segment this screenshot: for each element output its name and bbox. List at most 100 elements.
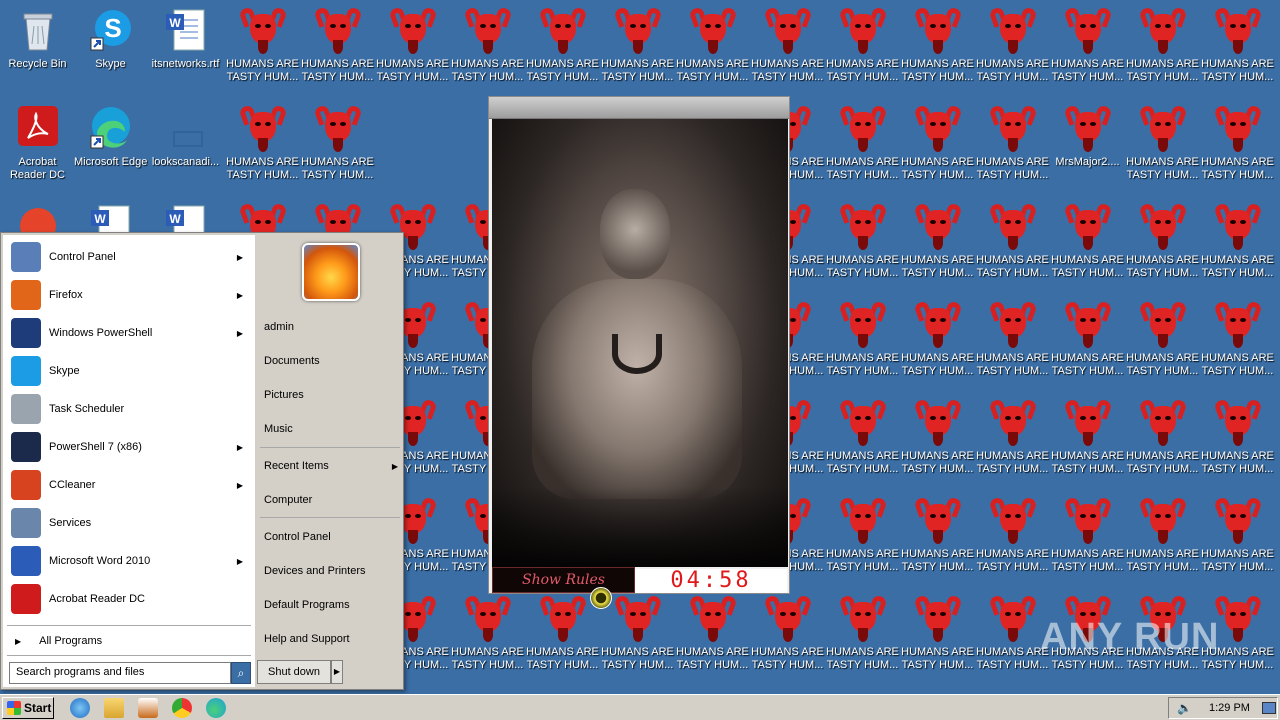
desktop-icon-humans-are-tasty[interactable]: HUMANS ARETASTY HUM... [900, 98, 975, 194]
start-button[interactable]: Start [2, 697, 54, 719]
program-item[interactable]: Control Panel ▶ [7, 239, 253, 275]
desktop-icon-humans-are-tasty[interactable]: HUMANS ARETASTY HUM... [900, 588, 975, 684]
desktop-icon-humans-are-tasty[interactable]: HUMANS ARETASTY HUM... [975, 196, 1050, 292]
desktop-icon-humans-are-tasty[interactable]: HUMANS ARETASTY HUM... [450, 588, 525, 684]
desktop-icon-humans-are-tasty[interactable]: HUMANS ARETASTY HUM... [300, 98, 375, 194]
program-item[interactable]: Firefox ▶ [7, 277, 253, 313]
desktop-icon-humans-are-tasty[interactable]: HUMANS ARETASTY HUM... [600, 588, 675, 684]
program-item[interactable]: PowerShell 7 (x86) ▶ [7, 429, 253, 465]
desktop-icon-humans-are-tasty[interactable]: HUMANS ARETASTY HUM... [225, 98, 300, 194]
window-titlebar[interactable] [489, 97, 789, 119]
desktop-icon-humans-are-tasty[interactable]: HUMANS ARETASTY HUM... [1125, 392, 1200, 488]
program-item[interactable]: Services [7, 505, 253, 541]
internet-explorer-icon[interactable] [70, 698, 90, 718]
program-item[interactable]: Windows PowerShell ▶ [7, 315, 253, 351]
desktop-icon-humans-are-tasty[interactable]: HUMANS ARETASTY HUM... [525, 0, 600, 96]
desktop-icon-humans-are-tasty[interactable]: HUMANS ARETASTY HUM... [825, 490, 900, 586]
desktop-icon-humans-are-tasty[interactable]: HUMANS ARETASTY HUM... [1050, 294, 1125, 390]
program-item[interactable]: Task Scheduler [7, 391, 253, 427]
desktop-icon-humans-are-tasty[interactable]: HUMANS ARETASTY HUM... [1125, 0, 1200, 96]
desktop-icon-humans-are-tasty[interactable]: HUMANS ARETASTY HUM... [1050, 392, 1125, 488]
desktop-icon-humans-are-tasty[interactable]: HUMANS ARETASTY HUM... [900, 392, 975, 488]
desktop-icon-humans-are-tasty[interactable]: HUMANS ARETASTY HUM... [975, 588, 1050, 684]
user-picture-avatar[interactable] [302, 243, 360, 301]
program-item[interactable]: CCleaner ▶ [7, 467, 253, 503]
desktop-icon-humans-are-tasty[interactable]: HUMANS ARETASTY HUM... [1125, 196, 1200, 292]
desktop-icon-humans-are-tasty[interactable]: HUMANS ARETASTY HUM... [1050, 196, 1125, 292]
places-link[interactable]: Documents [264, 349, 402, 373]
desktop-icon-humans-are-tasty[interactable]: HUMANS ARETASTY HUM... [975, 490, 1050, 586]
desktop-icon-humans-are-tasty[interactable]: HUMANS ARETASTY HUM... [750, 588, 825, 684]
edge-icon[interactable] [206, 698, 226, 718]
desktop-icon-humans-are-tasty[interactable]: HUMANS ARETASTY HUM... [1200, 294, 1275, 390]
desktop-icon-word-partial-2[interactable]: W [148, 196, 223, 232]
explorer-folder-icon[interactable] [104, 698, 124, 718]
desktop-icon-humans-are-tasty[interactable]: HUMANS ARETASTY HUM... [900, 196, 975, 292]
desktop-icon-humans-are-tasty[interactable]: HUMANS ARETASTY HUM... [300, 0, 375, 96]
desktop-icon-humans-are-tasty[interactable]: HUMANS ARETASTY HUM... [825, 98, 900, 194]
desktop-icon-humans-are-tasty[interactable]: HUMANS ARETASTY HUM... [900, 0, 975, 96]
desktop-icon-humans-are-tasty[interactable]: HUMANS ARETASTY HUM... [1200, 490, 1275, 586]
desktop-icon-humans-are-tasty[interactable]: HUMANS ARETASTY HUM... [900, 490, 975, 586]
desktop-icon-itsnetworks[interactable]: W itsnetworks.rtf [148, 0, 223, 96]
places-link[interactable]: Devices and Printers [264, 559, 402, 583]
desktop-icon-recycle-bin[interactable]: Recycle Bin [0, 0, 75, 96]
show-rules-button[interactable]: Show Rules [492, 567, 635, 593]
desktop-icon-humans-are-tasty[interactable]: HUMANS ARETASTY HUM... [825, 392, 900, 488]
volume-icon[interactable]: 🔈 [1177, 701, 1193, 715]
program-item[interactable]: Skype [7, 353, 253, 389]
desktop-icon-humans-are-tasty[interactable]: HUMANS ARETASTY HUM... [1050, 0, 1125, 96]
desktop-icon-humans-are-tasty[interactable]: HUMANS ARETASTY HUM... [975, 98, 1050, 194]
desktop-icon-humans-are-tasty[interactable]: HUMANS ARETASTY HUM... [750, 0, 825, 96]
search-icon[interactable]: ⌕ [231, 662, 251, 684]
media-player-icon[interactable] [138, 698, 158, 718]
desktop-icon-humans-are-tasty[interactable]: HUMANS ARETASTY HUM... [825, 588, 900, 684]
desktop-icon-humans-are-tasty[interactable]: HUMANS ARETASTY HUM... [600, 0, 675, 96]
places-link[interactable]: Help and Support [264, 627, 402, 651]
shutdown-button[interactable]: Shut down [257, 660, 331, 684]
desktop-icon-skype[interactable]: S Skype [73, 0, 148, 96]
desktop-icon-humans-are-tasty[interactable]: HUMANS ARETASTY HUM... [825, 196, 900, 292]
desktop-icon-word-partial-1[interactable]: W [73, 196, 148, 232]
desktop-icon-edge[interactable]: Microsoft Edge [73, 98, 148, 194]
desktop-icon-humans-are-tasty[interactable]: HUMANS ARETASTY HUM... [675, 588, 750, 684]
program-item[interactable]: Microsoft Word 2010 ▶ [7, 543, 253, 579]
places-link[interactable]: Default Programs [264, 593, 402, 617]
desktop-icon-humans-are-tasty[interactable]: HUMANS ARETASTY HUM... [1050, 490, 1125, 586]
chrome-icon[interactable] [172, 698, 192, 718]
desktop-icon-humans-are-tasty[interactable]: HUMANS ARETASTY HUM... [825, 0, 900, 96]
desktop-icon-humans-are-tasty[interactable]: HUMANS ARETASTY HUM... [1125, 294, 1200, 390]
desktop-icon-acrobat[interactable]: Acrobat Reader DC [0, 98, 75, 194]
desktop-icon-humans-are-tasty[interactable]: HUMANS ARETASTY HUM... [900, 294, 975, 390]
desktop-icon-humans-are-tasty[interactable]: HUMANS ARETASTY HUM... [1200, 392, 1275, 488]
desktop-icon-humans-are-tasty[interactable]: MrsMajor2.... [1050, 98, 1125, 194]
desktop-icon-humans-are-tasty[interactable]: HUMANS ARETASTY HUM... [1200, 0, 1275, 96]
desktop-icon-humans-are-tasty[interactable]: HUMANS ARETASTY HUM... [1200, 98, 1275, 194]
places-link[interactable]: Computer [264, 488, 402, 512]
desktop-icon-humans-are-tasty[interactable]: HUMANS ARETASTY HUM... [825, 294, 900, 390]
shutdown-options-arrow-icon[interactable]: ▶ [331, 660, 343, 684]
desktop-icon-lookscanadian[interactable]: lookscanadi... [148, 98, 223, 194]
desktop-icon-humans-are-tasty[interactable]: HUMANS ARETASTY HUM... [975, 392, 1050, 488]
desktop-icon-humans-are-tasty[interactable]: HUMANS ARETASTY HUM... [450, 0, 525, 96]
show-desktop-icon[interactable] [1261, 702, 1276, 714]
places-link[interactable]: Recent Items ▶ [264, 454, 402, 478]
desktop-icon-ccleaner-partial[interactable] [0, 196, 75, 232]
desktop-icon-humans-are-tasty[interactable]: HUMANS ARETASTY HUM... [375, 0, 450, 96]
desktop-icon-humans-are-tasty[interactable]: HUMANS ARETASTY HUM... [1125, 490, 1200, 586]
desktop-icon-humans-are-tasty[interactable]: HUMANS ARETASTY HUM... [975, 0, 1050, 96]
desktop-icon-humans-are-tasty[interactable]: HUMANS ARETASTY HUM... [975, 294, 1050, 390]
places-link[interactable]: Pictures [264, 383, 402, 407]
program-item[interactable]: Acrobat Reader DC [7, 581, 253, 617]
desktop-icon-humans-are-tasty[interactable]: HUMANS ARETASTY HUM... [525, 588, 600, 684]
search-input[interactable]: Search programs and files [9, 662, 231, 684]
places-link[interactable]: admin [264, 315, 402, 339]
desktop-icon-humans-are-tasty[interactable]: HUMANS ARETASTY HUM... [1200, 196, 1275, 292]
places-link[interactable]: Music [264, 417, 402, 441]
clock[interactable]: 1:29 PM [1209, 702, 1250, 714]
places-link[interactable]: Control Panel [264, 525, 402, 549]
desktop-icon-humans-are-tasty[interactable]: HUMANS ARETASTY HUM... [675, 0, 750, 96]
all-programs-button[interactable]: ▶ All Programs [7, 629, 253, 653]
desktop-icon-humans-are-tasty[interactable]: HUMANS ARETASTY HUM... [225, 0, 300, 96]
desktop-icon-humans-are-tasty[interactable]: HUMANS ARETASTY HUM... [1125, 98, 1200, 194]
